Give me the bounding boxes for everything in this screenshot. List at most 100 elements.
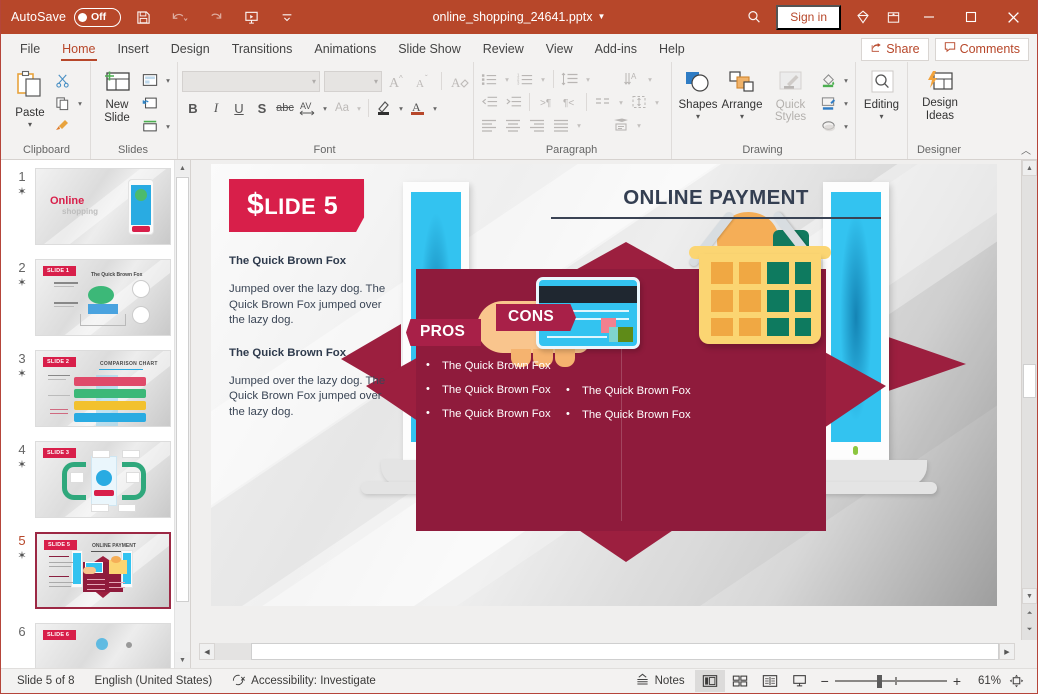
decrease-font-size-icon[interactable]: Aˇ	[412, 70, 434, 92]
shape-fill-icon[interactable]	[817, 69, 839, 91]
tab-file[interactable]: File	[9, 38, 51, 62]
previous-slide-button[interactable]: ⏶	[1022, 606, 1037, 622]
shapes-button[interactable]: Shapes ▾	[676, 68, 720, 123]
font-size-field[interactable]: ▾	[324, 71, 382, 92]
format-painter-icon[interactable]	[51, 115, 73, 137]
zoom-in-icon[interactable]: +	[953, 673, 961, 689]
left-to-right-icon[interactable]: ¶<	[559, 91, 581, 113]
cut-icon[interactable]	[51, 69, 73, 91]
pros-list[interactable]: The Quick Brown Fox The Quick Brown Fox …	[426, 354, 551, 426]
thumbnail-slide-3[interactable]: 3✶ SLIDE 2 COMPARISON CHART	[1, 350, 174, 427]
paste-dropdown-caret[interactable]: ▾	[28, 121, 32, 129]
thumbnail-slide-4[interactable]: 4✶ SLIDE 3	[1, 441, 174, 518]
font-color-icon[interactable]: A	[407, 97, 429, 119]
zoom-slider[interactable]: − +	[815, 673, 967, 689]
copy-icon[interactable]	[51, 92, 73, 114]
slide-scroll-right-arrow[interactable]: ▶	[999, 643, 1015, 660]
shape-effects-dropdown-caret[interactable]: ▾	[841, 122, 851, 131]
tab-transitions[interactable]: Transitions	[221, 38, 304, 62]
decrease-indent-icon[interactable]	[478, 91, 500, 113]
title-dropdown-caret[interactable]: ▼	[597, 12, 605, 21]
zoom-track[interactable]	[835, 680, 947, 682]
clear-formatting-icon[interactable]: A	[449, 70, 471, 92]
columns-dropdown-caret[interactable]: ▾	[616, 98, 626, 107]
reset-slide-icon[interactable]	[139, 92, 161, 114]
paste-button[interactable]: Paste ▾	[9, 68, 51, 131]
thumbnail-slide-5[interactable]: 5✶ SLIDE 5 ONLINE PAYMENT	[1, 532, 174, 609]
justify-dropdown-caret[interactable]: ▾	[574, 121, 584, 130]
shape-outline-dropdown-caret[interactable]: ▾	[841, 99, 851, 108]
collapse-ribbon-button[interactable]: ︿	[1021, 142, 1031, 157]
numbering-icon[interactable]: 123	[514, 68, 536, 90]
right-to-left-icon[interactable]: >¶	[535, 91, 557, 113]
bullets-dropdown-caret[interactable]: ▾	[502, 75, 512, 84]
italic-button[interactable]: I	[205, 97, 227, 119]
shape-fill-dropdown-caret[interactable]: ▾	[841, 76, 851, 85]
normal-view-button[interactable]	[695, 670, 725, 692]
language-indicator[interactable]: English (United States)	[85, 675, 223, 687]
slide-title-area[interactable]: ONLINE PAYMENT	[551, 186, 881, 219]
slide-layout-icon[interactable]	[139, 69, 161, 91]
autosave-toggle[interactable]: Off	[74, 8, 121, 27]
zoom-out-icon[interactable]: −	[821, 673, 829, 689]
next-slide-button[interactable]: ⏷	[1022, 622, 1037, 638]
thumbnail-slide-1[interactable]: 1✶ Online shopping	[1, 168, 174, 245]
thumbnail-scroll-down-arrow[interactable]: ▼	[175, 652, 190, 668]
align-right-icon[interactable]	[526, 114, 548, 136]
cons-list[interactable]: The Quick Brown Fox The Quick Brown Fox	[566, 379, 691, 427]
zoom-percentage[interactable]: 61%	[967, 675, 1001, 687]
slide-sorter-button[interactable]	[725, 670, 755, 692]
slide-scroll-left-arrow[interactable]: ◀	[199, 643, 215, 660]
close-button[interactable]	[993, 0, 1033, 34]
section-dropdown-caret[interactable]: ▾	[163, 122, 173, 131]
text-highlight-icon[interactable]	[373, 97, 395, 119]
thumbnail-scrollbar[interactable]: ▲ ▼	[174, 160, 190, 668]
underline-button[interactable]: U	[228, 97, 250, 119]
thumbnail-scroll-thumb[interactable]	[176, 177, 189, 602]
align-left-icon[interactable]	[478, 114, 500, 136]
undo-icon[interactable]	[165, 4, 193, 30]
slideshow-button[interactable]	[785, 670, 815, 692]
thumbnail-slide-6[interactable]: 6 SLIDE 6	[1, 623, 174, 668]
comments-button[interactable]: Comments	[935, 38, 1029, 61]
slide-scroll-down-arrow[interactable]: ▼	[1022, 588, 1037, 604]
tab-design[interactable]: Design	[160, 38, 221, 62]
justify-icon[interactable]	[550, 114, 572, 136]
slide-h-track[interactable]	[215, 643, 999, 660]
thumbnail-slide-2[interactable]: 2✶ SLIDE 1 The Quick Brown Fox	[1, 259, 174, 336]
tab-animations[interactable]: Animations	[303, 38, 387, 62]
line-spacing-icon[interactable]	[559, 68, 581, 90]
increase-font-size-icon[interactable]: A^	[386, 70, 408, 92]
design-ideas-button[interactable]: Design Ideas	[912, 68, 968, 125]
customize-quick-access-icon[interactable]	[273, 4, 301, 30]
smartart-dropdown-caret[interactable]: ▾	[634, 121, 644, 130]
editing-dropdown-caret[interactable]: ▾	[879, 113, 883, 121]
tab-view[interactable]: View	[535, 38, 584, 62]
redo-icon[interactable]	[201, 4, 229, 30]
change-case-button[interactable]: Aa	[331, 97, 353, 119]
tab-slide-show[interactable]: Slide Show	[387, 38, 472, 62]
increase-indent-icon[interactable]	[502, 91, 524, 113]
arrange-dropdown-caret[interactable]: ▾	[740, 113, 744, 121]
spacing-dropdown-caret[interactable]: ▾	[320, 104, 330, 113]
align-text-dropdown-caret[interactable]: ▾	[652, 98, 662, 107]
office-diamond-icon[interactable]	[849, 4, 877, 30]
slide-h-thumb[interactable]	[251, 643, 999, 660]
slide-scroll-thumb[interactable]	[1023, 364, 1036, 398]
share-button[interactable]: Share	[861, 38, 928, 61]
convert-to-smartart-icon[interactable]	[610, 114, 632, 136]
copy-dropdown-caret[interactable]: ▾	[75, 99, 85, 108]
slide-horizontal-scrollbar[interactable]: ◀ ▶	[199, 643, 1015, 660]
shapes-dropdown-caret[interactable]: ▾	[696, 113, 700, 121]
tab-add-ins[interactable]: Add-ins	[584, 38, 648, 62]
search-icon[interactable]	[740, 4, 768, 30]
section-icon[interactable]	[139, 115, 161, 137]
accessibility-status[interactable]: Accessibility: Investigate	[222, 673, 386, 690]
fit-slide-to-window-button[interactable]	[1001, 670, 1031, 692]
editing-button[interactable]: Editing ▾	[860, 68, 904, 123]
layout-dropdown-caret[interactable]: ▾	[163, 76, 173, 85]
notes-button[interactable]: Notes	[625, 673, 695, 689]
numbering-dropdown-caret[interactable]: ▾	[538, 75, 548, 84]
tab-insert[interactable]: Insert	[107, 38, 160, 62]
quick-styles-button[interactable]: Quick Styles	[764, 68, 817, 125]
